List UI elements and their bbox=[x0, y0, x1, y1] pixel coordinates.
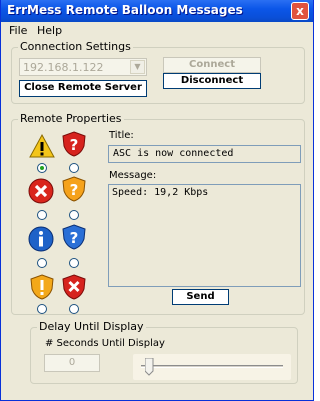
message-label: Message: bbox=[109, 170, 157, 181]
svg-text:?: ? bbox=[70, 229, 79, 247]
seconds-label: # Seconds Until Display bbox=[45, 338, 165, 349]
warning-icon bbox=[29, 133, 55, 158]
title-bar[interactable]: ErrMess Remote Balloon Messages x bbox=[1, 0, 313, 22]
close-remote-server-button[interactable]: Close Remote Server bbox=[19, 80, 147, 97]
icon-radio-7[interactable] bbox=[37, 304, 47, 314]
menu-file[interactable]: File bbox=[9, 24, 27, 37]
svg-text:?: ? bbox=[70, 181, 79, 199]
shield-question-blue-icon: ? bbox=[62, 224, 86, 250]
connection-settings-title: Connection Settings bbox=[18, 40, 133, 53]
icon-radio-8[interactable] bbox=[69, 304, 79, 314]
shield-warning-icon bbox=[30, 274, 54, 300]
host-combobox[interactable]: 192.168.1.122 ▼ bbox=[19, 58, 147, 76]
error-icon bbox=[28, 178, 54, 204]
icon-radio-3[interactable] bbox=[37, 210, 47, 220]
delay-slider[interactable] bbox=[133, 354, 291, 380]
shield-error-icon bbox=[62, 274, 86, 300]
menu-bar: File Help bbox=[3, 22, 311, 40]
chevron-down-icon[interactable]: ▼ bbox=[130, 60, 145, 74]
info-icon bbox=[28, 226, 54, 252]
title-value: ASC is now connected bbox=[113, 148, 234, 159]
window-title: ErrMess Remote Balloon Messages bbox=[7, 3, 243, 17]
remote-properties-title: Remote Properties bbox=[18, 112, 124, 125]
delay-group-title: Delay Until Display bbox=[37, 320, 146, 333]
shield-question-orange-icon: ? bbox=[62, 176, 86, 202]
message-value: Speed: 19,2 Kbps bbox=[112, 187, 209, 198]
shield-question-icon: ? bbox=[62, 131, 86, 157]
message-textarea[interactable]: Speed: 19,2 Kbps bbox=[108, 184, 301, 287]
icon-radio-5[interactable] bbox=[37, 258, 47, 268]
slider-thumb[interactable] bbox=[145, 358, 154, 376]
app-window: ErrMess Remote Balloon Messages x File H… bbox=[0, 0, 314, 401]
title-field[interactable]: ASC is now connected bbox=[108, 145, 301, 163]
svg-text:?: ? bbox=[70, 136, 79, 154]
send-button[interactable]: Send bbox=[172, 289, 229, 305]
slider-track bbox=[141, 365, 283, 368]
menu-help[interactable]: Help bbox=[37, 24, 62, 37]
seconds-field[interactable]: 0 bbox=[44, 354, 100, 372]
icon-radio-1[interactable] bbox=[37, 163, 47, 173]
icon-radio-6[interactable] bbox=[69, 258, 79, 268]
connect-button[interactable]: Connect bbox=[163, 57, 261, 73]
close-button[interactable]: x bbox=[291, 2, 309, 20]
host-value: 192.168.1.122 bbox=[23, 61, 104, 74]
icon-radio-4[interactable] bbox=[69, 210, 79, 220]
title-label: Title: bbox=[109, 130, 134, 141]
icon-radio-2[interactable] bbox=[69, 163, 79, 173]
disconnect-button[interactable]: Disconnect bbox=[163, 73, 261, 89]
